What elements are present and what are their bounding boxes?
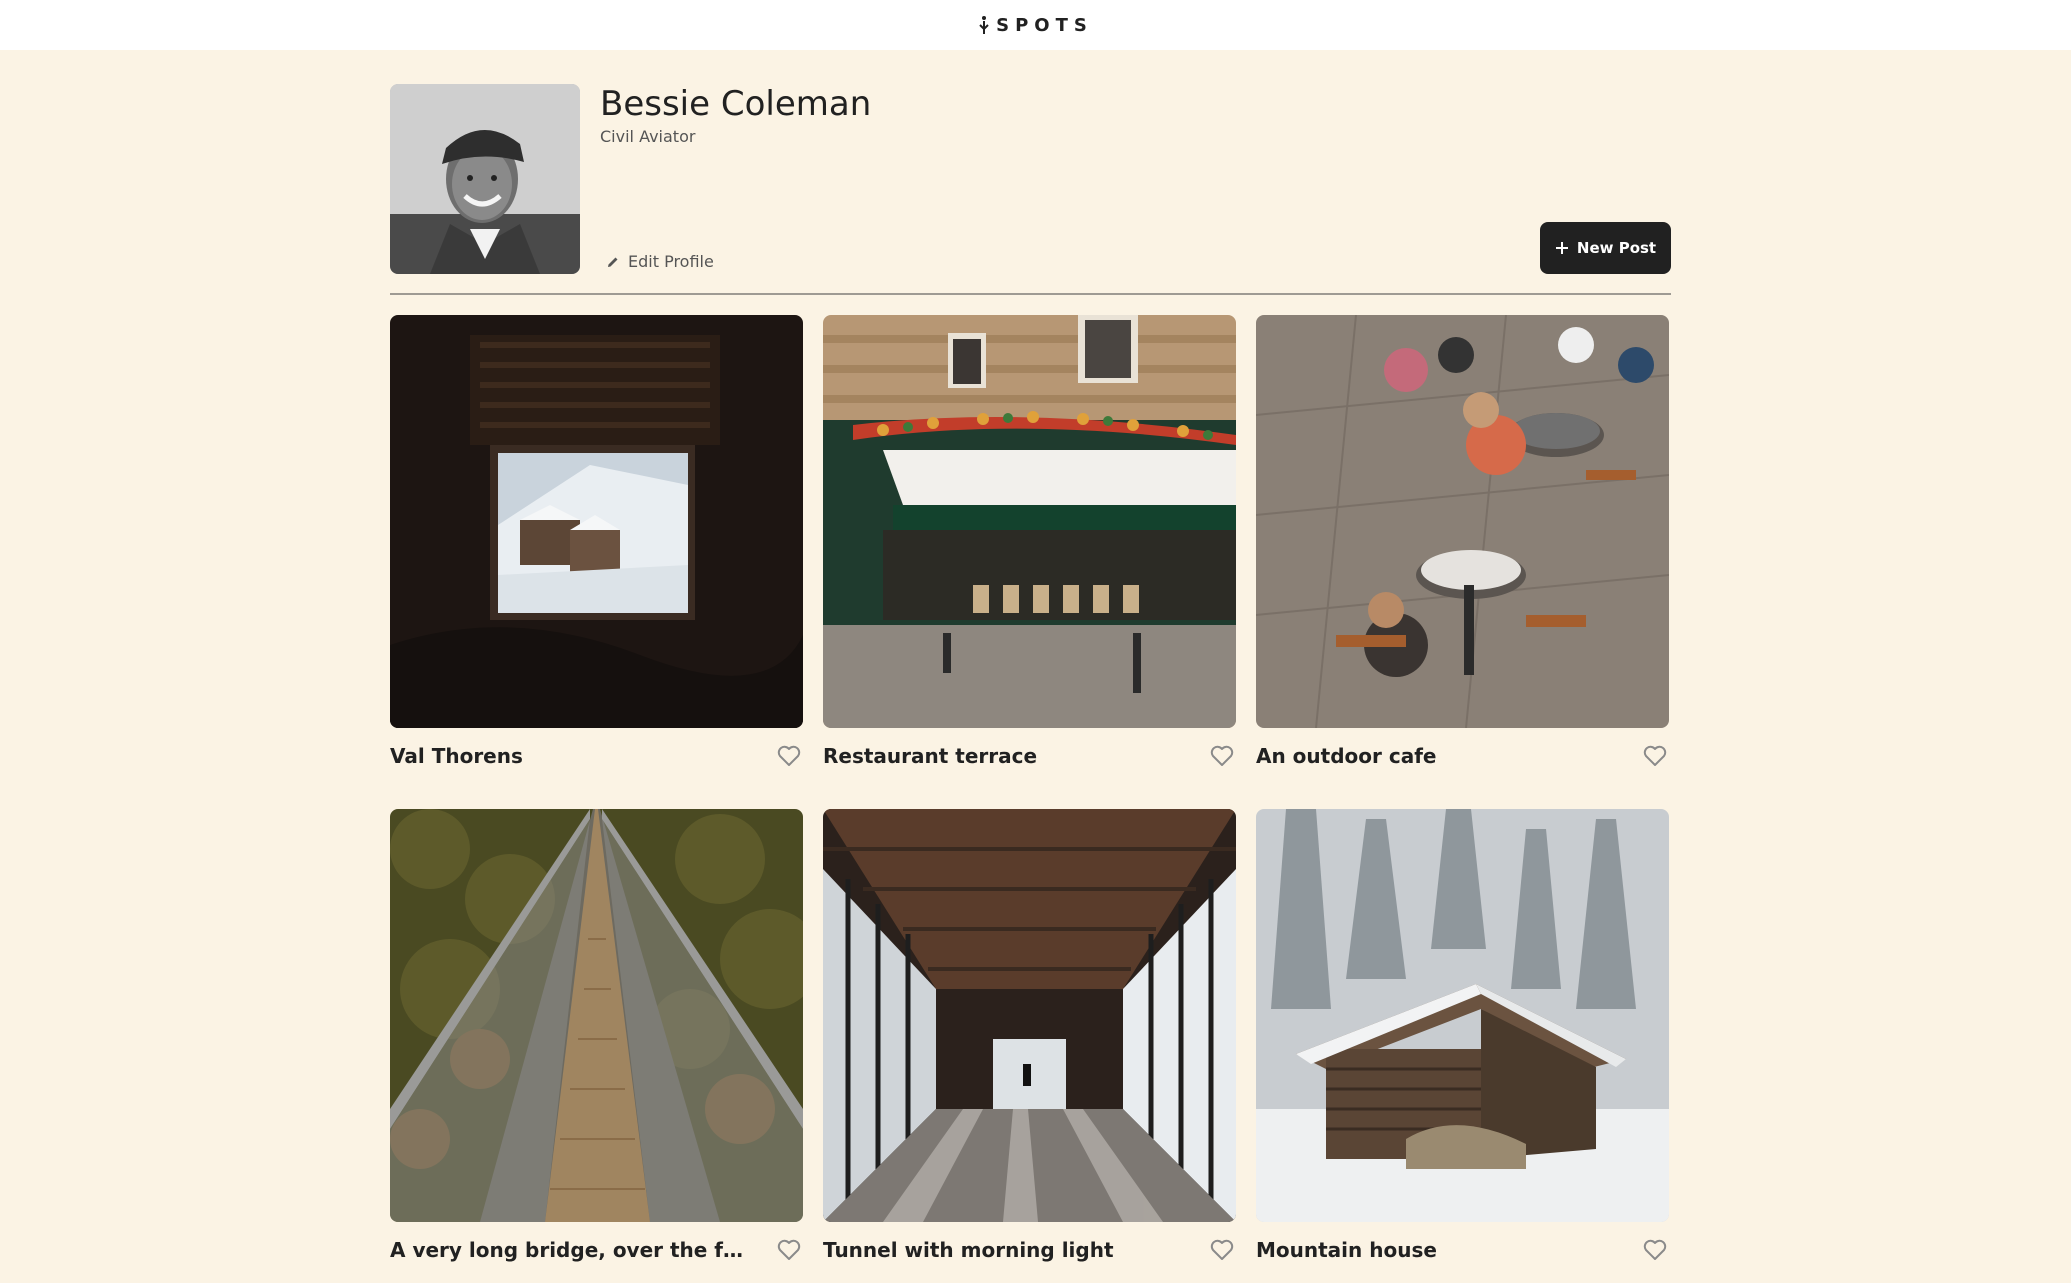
card-title: A very long bridge, over the forest... <box>390 1237 750 1262</box>
logo-text: SPOTS <box>996 14 1093 36</box>
spots-logo[interactable]: SPOTS <box>978 15 1093 36</box>
card-image[interactable] <box>390 809 803 1222</box>
like-button[interactable] <box>1641 742 1669 770</box>
main-content: Bessie Coleman Civil Aviator Edit Profil… <box>390 84 1671 1262</box>
card-footer: Restaurant terrace <box>823 728 1236 789</box>
card: Restaurant terrace <box>823 315 1236 789</box>
edit-profile-label: Edit Profile <box>628 252 714 271</box>
profile-name: Bessie Coleman <box>600 84 872 124</box>
heart-icon <box>1210 1239 1234 1260</box>
like-button[interactable] <box>1208 742 1236 770</box>
card-footer: An outdoor cafe <box>1256 728 1669 789</box>
edit-profile-button[interactable]: Edit Profile <box>606 252 714 271</box>
card-image[interactable] <box>823 809 1236 1222</box>
new-post-label: New Post <box>1576 239 1657 257</box>
like-button[interactable] <box>1208 1236 1236 1264</box>
card: Mountain house <box>1256 809 1669 1283</box>
heart-icon <box>777 745 801 766</box>
like-button[interactable] <box>775 1236 803 1264</box>
card-title: Tunnel with morning light <box>823 1237 1114 1262</box>
card-image[interactable] <box>823 315 1236 728</box>
card-title: Mountain house <box>1256 1237 1437 1262</box>
card-footer: Tunnel with morning light <box>823 1222 1236 1283</box>
avatar <box>390 84 580 274</box>
profile-section: Bessie Coleman Civil Aviator Edit Profil… <box>390 84 1671 295</box>
card: Tunnel with morning light <box>823 809 1236 1283</box>
card-footer: Val Thorens <box>390 728 803 789</box>
top-header: SPOTS <box>0 0 2071 50</box>
card-footer: A very long bridge, over the forest... <box>390 1222 803 1283</box>
card-title: An outdoor cafe <box>1256 743 1437 768</box>
card: An outdoor cafe <box>1256 315 1669 789</box>
heart-icon <box>1210 745 1234 766</box>
card-footer: Mountain house <box>1256 1222 1669 1283</box>
heart-icon <box>1643 1239 1667 1260</box>
card: Val Thorens <box>390 315 803 789</box>
card-image[interactable] <box>390 315 803 728</box>
card-image[interactable] <box>1256 315 1669 728</box>
like-button[interactable] <box>1641 1236 1669 1264</box>
profile-divider <box>390 293 1671 295</box>
new-post-button[interactable]: New Post <box>1540 222 1671 274</box>
profile-description: Civil Aviator <box>600 127 696 146</box>
card-title: Restaurant terrace <box>823 743 1038 768</box>
heart-icon <box>777 1239 801 1260</box>
heart-icon <box>1643 745 1667 766</box>
card-title: Val Thorens <box>390 743 523 768</box>
plus-icon <box>1555 242 1568 254</box>
cards-grid: Val Thorens Restaurant terrace An outdoo… <box>390 315 1669 1283</box>
logo-icon <box>979 16 989 34</box>
avatar-image <box>390 84 580 274</box>
card-image[interactable] <box>1256 809 1669 1222</box>
card: A very long bridge, over the forest... <box>390 809 803 1283</box>
like-button[interactable] <box>775 742 803 770</box>
pencil-icon <box>608 257 618 267</box>
